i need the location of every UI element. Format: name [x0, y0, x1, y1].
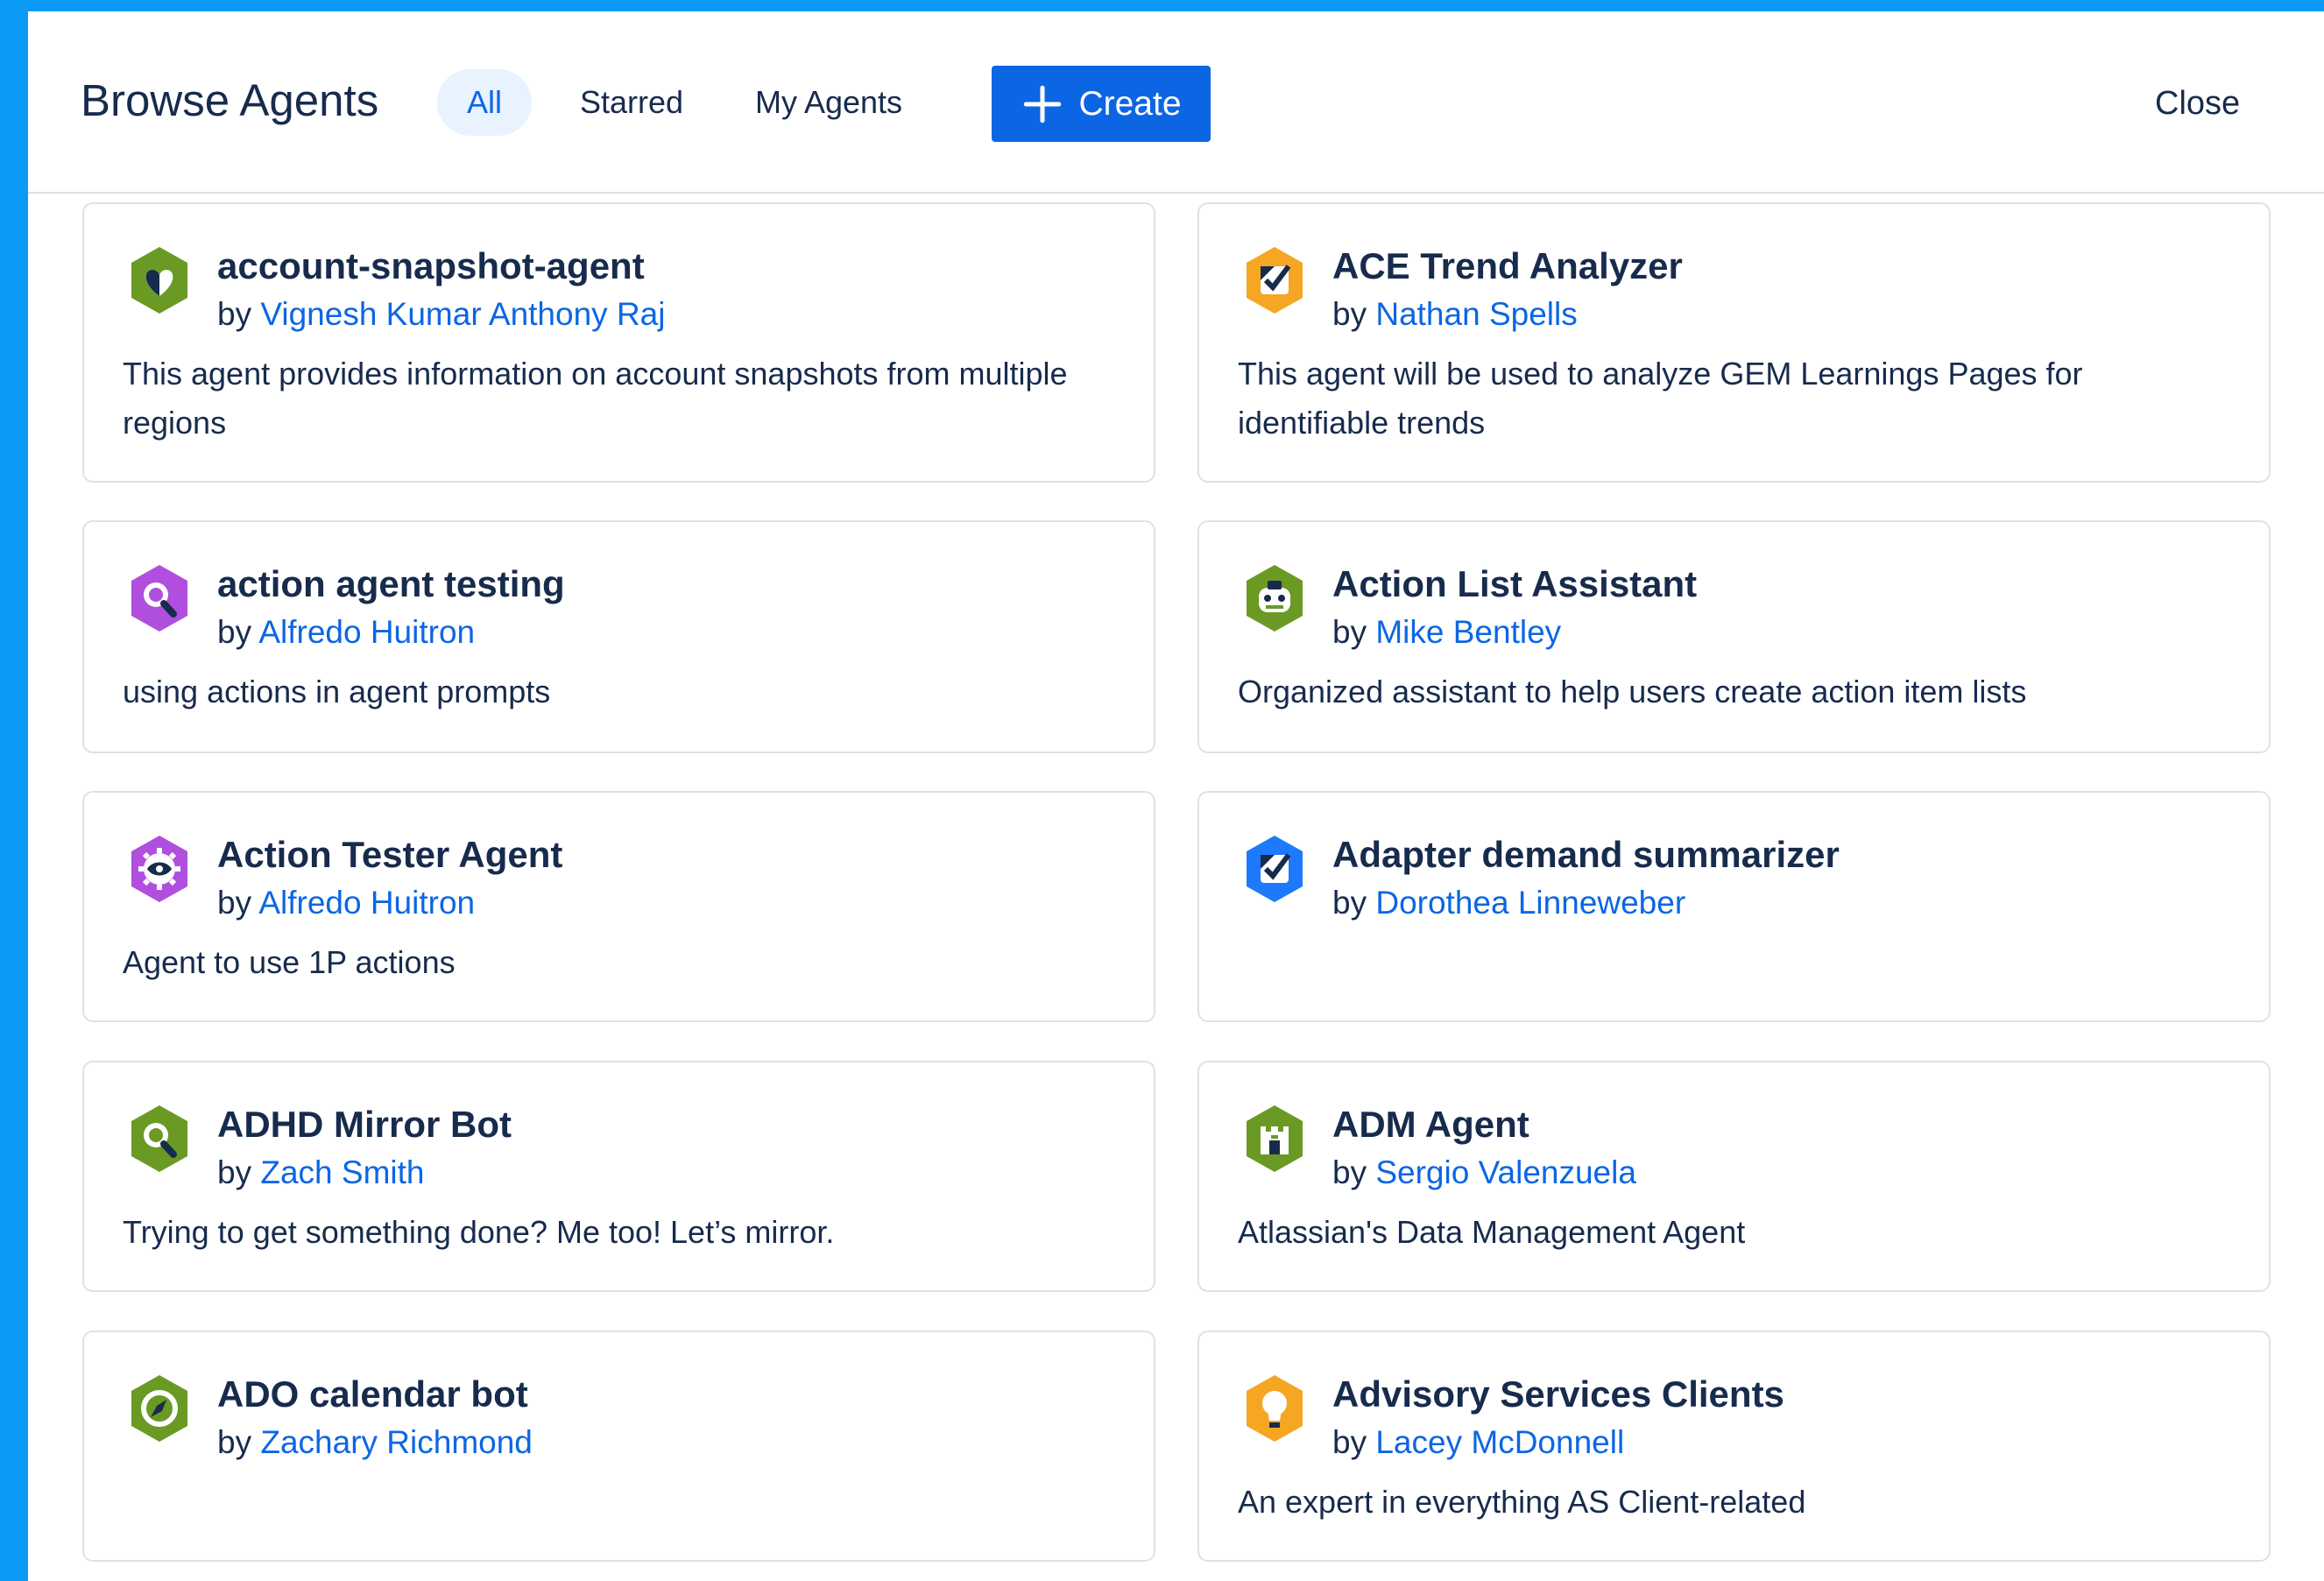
agent-card[interactable]: ADHD Mirror Bot by Zach Smith Trying to …: [82, 1061, 1155, 1292]
agent-name[interactable]: account-snapshot-agent: [217, 245, 645, 286]
agent-byline: by Vignesh Kumar Anthony Raj: [217, 296, 666, 332]
agent-name[interactable]: action agent testing: [217, 563, 565, 604]
header: Browse Agents All Starred My Agents Crea…: [28, 11, 2324, 194]
agent-byline: by Zachary Richmond: [217, 1424, 533, 1460]
agent-byline: by Mike Bentley: [1332, 614, 1562, 650]
browse-agents-panel: Browse Agents All Starred My Agents Crea…: [28, 11, 2324, 1581]
agent-name[interactable]: ADM Agent: [1332, 1104, 1529, 1145]
agent-description: This agent will be used to analyze GEM L…: [1238, 356, 2083, 441]
agent-description: This agent provides information on accou…: [123, 356, 1068, 441]
agent-name[interactable]: Action Tester Agent: [217, 834, 562, 875]
agent-byline: by Zach Smith: [217, 1154, 425, 1190]
agent-description: Agent to use 1P actions: [123, 944, 456, 980]
agent-byline: by Nathan Spells: [1332, 296, 1578, 332]
agent-avatar-checkbox-icon: [1240, 832, 1310, 906]
agent-avatar-gear-eye-icon: [124, 832, 194, 906]
agent-avatar-heart-icon: [124, 244, 194, 317]
agent-card[interactable]: ACE Trend Analyzer by Nathan Spells This…: [1197, 202, 2271, 483]
agent-card[interactable]: account-snapshot-agent by Vignesh Kumar …: [82, 202, 1155, 483]
tab-all[interactable]: All: [437, 69, 532, 136]
create-button-label: Create: [1078, 84, 1182, 123]
plus-icon: [1024, 85, 1062, 123]
agent-avatar-robot-icon: [1240, 561, 1310, 635]
agent-description: Atlassian's Data Management Agent: [1238, 1214, 1746, 1250]
agent-description: using actions in agent prompts: [123, 674, 551, 709]
agent-byline: by Sergio Valenzuela: [1332, 1154, 1636, 1190]
agent-name[interactable]: Advisory Services Clients: [1332, 1373, 1784, 1415]
author-link[interactable]: Nathan Spells: [1375, 296, 1577, 332]
agent-name[interactable]: ADO calendar bot: [217, 1373, 528, 1415]
author-link[interactable]: Alfredo Huitron: [258, 614, 475, 650]
agent-avatar-magnifier-icon: [124, 1102, 194, 1175]
author-link[interactable]: Sergio Valenzuela: [1375, 1154, 1636, 1190]
agent-byline: by Alfredo Huitron: [217, 614, 476, 650]
agent-name[interactable]: ADHD Mirror Bot: [217, 1104, 512, 1145]
agent-description: Organized assistant to help users create…: [1238, 674, 2027, 709]
agent-name[interactable]: ACE Trend Analyzer: [1332, 245, 1683, 286]
agent-card[interactable]: Action Tester Agent by Alfredo Huitron A…: [82, 791, 1155, 1022]
agent-byline: by Alfredo Huitron: [217, 885, 476, 921]
author-link[interactable]: Vignesh Kumar Anthony Raj: [260, 296, 665, 332]
agent-description: An expert in everything AS Client-relate…: [1238, 1484, 1806, 1520]
author-link[interactable]: Dorothea Linneweber: [1375, 885, 1685, 921]
agent-avatar-castle-icon: [1240, 1102, 1310, 1175]
agent-avatar-lightbulb-icon: [1240, 1372, 1310, 1445]
agent-card[interactable]: Advisory Services Clients by Lacey McDon…: [1197, 1330, 2271, 1562]
agent-name[interactable]: Action List Assistant: [1332, 563, 1697, 604]
close-button[interactable]: Close: [2155, 87, 2240, 120]
author-link[interactable]: Mike Bentley: [1375, 614, 1561, 650]
agent-name[interactable]: Adapter demand summarizer: [1332, 834, 1840, 875]
author-link[interactable]: Zachary Richmond: [260, 1424, 533, 1460]
agent-card[interactable]: ADM Agent by Sergio Valenzuela Atlassian…: [1197, 1061, 2271, 1292]
tab-my-agents[interactable]: My Agents: [741, 69, 916, 136]
author-link[interactable]: Lacey McDonnell: [1375, 1424, 1624, 1460]
agent-card[interactable]: Adapter demand summarizer by Dorothea Li…: [1197, 791, 2271, 1022]
agent-card[interactable]: action agent testing by Alfredo Huitron …: [82, 520, 1155, 753]
agent-avatar-magnifier-icon: [124, 561, 194, 635]
agent-avatar-checkbox-icon: [1240, 244, 1310, 317]
agent-card[interactable]: Action List Assistant by Mike Bentley Or…: [1197, 520, 2271, 753]
page-title: Browse Agents: [81, 75, 379, 125]
author-link[interactable]: Zach Smith: [260, 1154, 424, 1190]
agent-byline: by Lacey McDonnell: [1332, 1424, 1625, 1460]
agent-avatar-compass-icon: [124, 1372, 194, 1445]
agent-card[interactable]: ADO calendar bot by Zachary Richmond: [82, 1330, 1155, 1562]
agent-description: Trying to get something done? Me too! Le…: [123, 1214, 835, 1250]
create-button[interactable]: Create: [992, 66, 1211, 142]
tab-starred[interactable]: Starred: [566, 69, 697, 136]
author-link[interactable]: Alfredo Huitron: [258, 885, 475, 921]
agent-byline: by Dorothea Linneweber: [1332, 885, 1686, 921]
